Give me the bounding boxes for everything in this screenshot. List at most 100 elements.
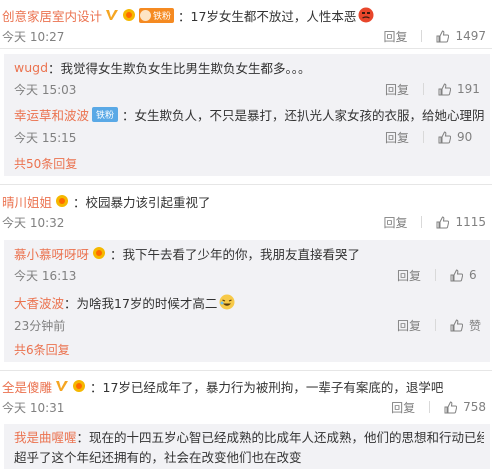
comment-1-meta: 今天 10:27 回复 1497: [2, 26, 486, 46]
divider: [435, 319, 436, 331]
timestamp: 今天 15:03: [14, 82, 77, 97]
like-button[interactable]: 1115: [436, 215, 486, 229]
divider: [435, 269, 436, 281]
timestamp: 今天 10:27: [2, 29, 65, 44]
thumbs-up-icon: [450, 318, 463, 332]
colon: ：: [48, 60, 61, 76]
reply-3-1: 我是曲喔喔 ： 现在的十四五岁心智已经成熟的比成年人还成熟，他们的思想和行动已经: [14, 424, 484, 446]
divider: [423, 83, 424, 95]
timestamp: 今天 15:15: [14, 130, 77, 145]
reply-button[interactable]: 回复: [397, 317, 421, 334]
comment-2-body: 晴川姐姐 ： 校园暴力该引起重视了: [2, 190, 486, 212]
laughing-face-emoji-icon: [219, 294, 235, 310]
comment-2: 晴川姐姐 ： 校园暴力该引起重视了 今天 10:32 回复 1115: [0, 190, 492, 232]
thumbs-up-icon: [438, 130, 451, 144]
reply-text: 我下午去看了少年的你，我朋友直接看哭了: [122, 246, 361, 262]
reply-button[interactable]: 回复: [385, 81, 409, 98]
comment-1: 创意家居室内设计 铁粉 ： 17岁女生都不放过，人性本恶 今天 10:27 回复…: [0, 4, 492, 46]
reply-text: 为啥我17岁的时候才高二: [76, 295, 218, 311]
colon: ：: [64, 295, 77, 311]
reply-author[interactable]: 慕小慕呀呀呀: [14, 244, 89, 263]
timestamp: 今天 16:13: [14, 268, 77, 283]
reply-text: 现在的十四五岁心智已经成熟的比成年人还成熟，他们的思想和行动已经: [89, 429, 484, 445]
reply-2-2: 大香波波 ： 为啥我17岁的时候才高二: [14, 290, 484, 314]
colon: ：: [86, 379, 103, 395]
comment-text: 17岁已经成年了，暴力行为被刑拘，一辈子有案底的，退学吧: [102, 379, 444, 395]
reply-1-1: wugd ： 我觉得女生欺负女生比男生欺负女生都多。。。: [14, 54, 484, 78]
member-crown-icon: [122, 8, 136, 22]
comment-text: 17岁女生都不放过，人性本恶: [190, 8, 357, 24]
verified-v-icon: [105, 8, 119, 22]
reply-text: 我觉得女生欺负女生比男生欺负女生都多。。。: [60, 60, 311, 76]
like-button[interactable]: 758: [444, 400, 486, 414]
reply-button[interactable]: 回复: [383, 214, 407, 231]
colon: ：: [174, 8, 191, 24]
comment-2-meta: 今天 10:32 回复 1115: [2, 212, 486, 232]
comment-3: 全是傻雕 ： 17岁已经成年了，暴力行为被刑拘，一辈子有案底的，退学吧 今天 1…: [0, 375, 492, 417]
reply-2-2-meta: 23分钟前 回复 赞: [14, 314, 484, 336]
timestamp: 今天 10:31: [2, 400, 65, 415]
thumbs-up-icon: [436, 29, 450, 43]
reply-author[interactable]: 我是曲喔喔: [14, 427, 77, 446]
comment-author[interactable]: 创意家居室内设计: [2, 6, 102, 25]
reply-author[interactable]: 大香波波: [14, 293, 64, 312]
reply-1-2-meta: 今天 15:15 回复 90: [14, 126, 484, 148]
comment-3-meta: 今天 10:31 回复 758: [2, 397, 486, 417]
comment-author[interactable]: 全是傻雕: [2, 377, 52, 396]
comment-author[interactable]: 晴川姐姐: [2, 192, 52, 211]
like-count: 1497: [455, 29, 486, 43]
timestamp: 23分钟前: [14, 318, 66, 333]
reply-box-1: wugd ： 我觉得女生欺负女生比男生欺负女生都多。。。 今天 15:03 回复…: [4, 54, 490, 176]
member-crown-icon: [92, 246, 106, 260]
more-replies-link[interactable]: 共50条回复: [14, 152, 484, 174]
colon: ：: [76, 429, 90, 445]
reply-box-3: 我是曲喔喔 ： 现在的十四五岁心智已经成熟的比成年人还成熟，他们的思想和行动已经…: [4, 424, 490, 469]
reply-2-1: 慕小慕呀呀呀 ： 我下午去看了少年的你，我朋友直接看哭了: [14, 240, 484, 264]
comment-1-body: 创意家居室内设计 铁粉 ： 17岁女生都不放过，人性本恶: [2, 4, 486, 26]
fan-badge: 铁粉: [139, 7, 175, 23]
member-crown-icon: [55, 194, 69, 208]
reply-button[interactable]: 回复: [391, 399, 415, 416]
reply-button[interactable]: 回复: [397, 267, 421, 284]
like-count: 90: [457, 130, 473, 144]
timestamp: 今天 10:32: [2, 215, 65, 230]
reply-button[interactable]: 回复: [383, 28, 407, 45]
member-crown-icon: [72, 379, 86, 393]
like-button[interactable]: 赞: [450, 317, 484, 334]
reply-2-1-meta: 今天 16:13 回复 6: [14, 264, 484, 286]
more-replies-link[interactable]: 共6条回复: [14, 338, 484, 360]
divider: [421, 30, 423, 42]
like-button[interactable]: 6: [450, 268, 484, 282]
like-count: 191: [457, 82, 480, 96]
comment-3-body: 全是傻雕 ： 17岁已经成年了，暴力行为被刑拘，一辈子有案底的，退学吧: [2, 375, 486, 397]
thumbs-up-icon: [438, 82, 451, 96]
like-button[interactable]: 191: [438, 82, 484, 96]
colon: ：: [106, 246, 123, 262]
like-count: 6: [469, 268, 477, 282]
like-button[interactable]: 90: [438, 130, 484, 144]
colon: ：: [118, 107, 135, 123]
fan-badge: 铁粉: [92, 106, 119, 122]
reply-text-continued: 超乎了这个年纪还拥有的，社会在改变他们也在改变: [14, 449, 302, 465]
angry-face-emoji-icon: [358, 7, 374, 23]
like-count: 1115: [455, 215, 486, 229]
reply-author[interactable]: 幸运草和波波: [14, 105, 89, 124]
divider: [429, 401, 431, 413]
divider-line: [0, 370, 492, 371]
verified-v-icon: [55, 379, 69, 393]
divider: [421, 216, 423, 228]
reply-box-2: 慕小慕呀呀呀 ： 我下午去看了少年的你，我朋友直接看哭了 今天 16:13 回复…: [4, 240, 490, 362]
reply-1-1-meta: 今天 15:03 回复 191: [14, 78, 484, 100]
like-count: 758: [463, 400, 486, 414]
reply-text: 女生欺负人，不只是暴打，还扒光人家女孩的衣服，给她心理阴影: [134, 107, 484, 123]
like-button[interactable]: 1497: [436, 29, 486, 43]
fan-level-icon: [140, 9, 152, 21]
fan-badge-label: 铁粉: [153, 11, 172, 22]
comment-text: 校园暴力该引起重视了: [85, 194, 211, 210]
reply-1-2: 幸运草和波波 铁粉 ： 女生欺负人，不只是暴打，还扒光人家女孩的衣服，给她心理阴…: [14, 102, 484, 126]
reply-author[interactable]: wugd: [14, 60, 48, 75]
reply-button[interactable]: 回复: [385, 129, 409, 146]
colon: ：: [69, 194, 86, 210]
divider-line: [0, 48, 492, 49]
reply-3-1-cont: 超乎了这个年纪还拥有的，社会在改变他们也在改变: [14, 446, 484, 466]
